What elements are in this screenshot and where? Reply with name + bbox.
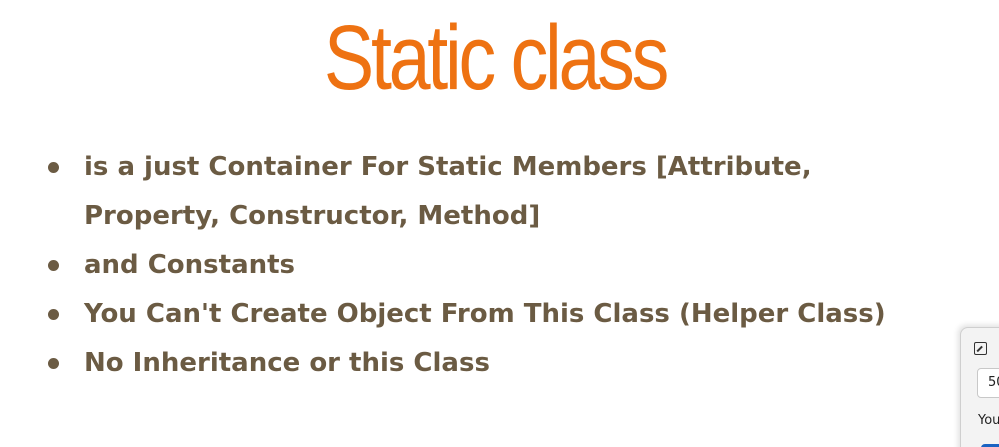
bullet-icon (46, 339, 60, 388)
bullet-icon (46, 290, 60, 339)
bullet-text: You Can't Create Object From This Class … (84, 299, 886, 329)
slide-title: Static class (323, 7, 669, 109)
bullet-item: No Inheritance or this Class (0, 339, 940, 388)
bullet-text: No Inheritance or this Class (84, 348, 490, 378)
bullet-icon (46, 143, 60, 192)
bullet-item: and Constants (0, 241, 940, 290)
slide: Static class is a just Container For Sta… (0, 0, 999, 447)
zoom-input[interactable]: 50 (977, 368, 999, 398)
bullet-item: is a just Container For Static Members [… (0, 143, 940, 241)
zoom-popup: 50 You (960, 327, 999, 447)
bullet-item: You Can't Create Object From This Class … (0, 290, 940, 339)
bullet-text: is a just Container For Static Members [… (84, 152, 812, 231)
bullet-icon (46, 241, 60, 290)
expand-icon[interactable] (974, 342, 987, 355)
popup-label: You (978, 413, 999, 428)
bullet-list: is a just Container For Static Members [… (0, 143, 940, 388)
bullet-text: and Constants (84, 250, 296, 280)
